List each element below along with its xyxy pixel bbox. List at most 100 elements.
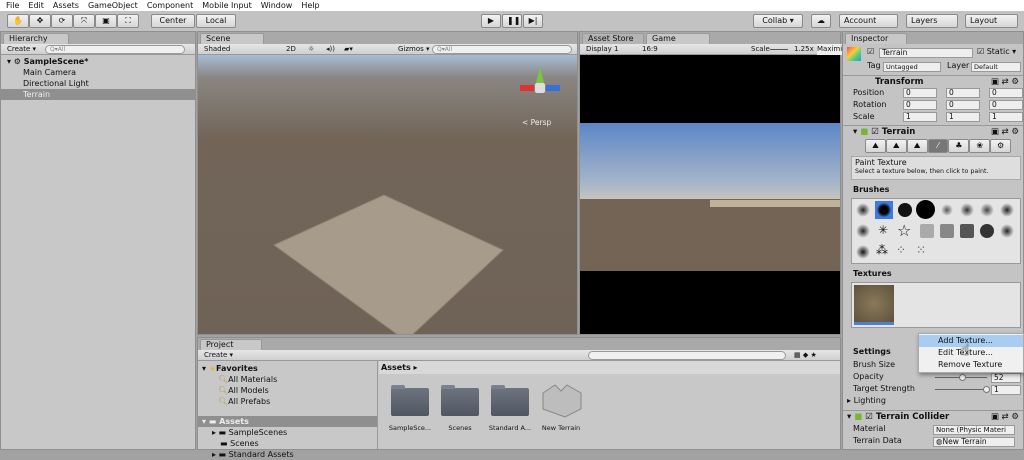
rotation-z-field[interactable]: 0 <box>989 100 1023 110</box>
active-checkbox[interactable]: ☑ <box>867 47 874 57</box>
target-strength-field[interactable]: 1 <box>991 385 1021 395</box>
menu-remove-texture[interactable]: Remove Texture <box>919 359 1023 371</box>
rotation-x-field[interactable]: 0 <box>903 100 937 110</box>
terrain-collider-header[interactable]: ▾ ■ ☑ Terrain Collider ▣ ⇄ ⚙ <box>843 410 1023 422</box>
menu-help[interactable]: Help <box>301 0 319 11</box>
paint-details-tool-icon[interactable]: ❀ <box>969 139 991 153</box>
cloud-icon[interactable]: ☁ <box>811 14 831 28</box>
scene-search-input[interactable]: Q▾All <box>432 45 572 54</box>
hand-tool-icon[interactable]: ✋ <box>7 14 29 28</box>
scale-tool-icon[interactable]: ⤧ <box>73 14 95 28</box>
material-field[interactable]: None (Physic Materi <box>933 425 1015 435</box>
layout-dropdown[interactable]: Layout <box>965 14 1018 28</box>
pause-button[interactable]: ❚❚ <box>502 14 522 28</box>
position-z-field[interactable]: 0 <box>989 88 1023 98</box>
brush-noise[interactable] <box>1000 203 1014 217</box>
display-dropdown[interactable]: Display 1 <box>586 44 618 55</box>
audio-toggle-icon[interactable]: ◂)) <box>326 44 335 55</box>
brush-star[interactable]: ☆ <box>897 221 911 240</box>
lighting-foldout[interactable]: ▸ Lighting <box>847 396 886 406</box>
target-strength-slider[interactable] <box>935 386 990 393</box>
brush-large[interactable] <box>916 200 935 219</box>
tab-asset-store[interactable]: Asset Store <box>582 33 644 44</box>
brush-scatter[interactable]: ⁘ <box>896 243 906 257</box>
project-create-button[interactable]: Create ▾ <box>204 350 233 361</box>
hierarchy-search-input[interactable]: Q▾All <box>45 45 185 54</box>
filter-icons[interactable]: ▦ ◆ ★ <box>794 350 817 361</box>
menu-component[interactable]: Component <box>147 0 193 11</box>
rotation-y-field[interactable]: 0 <box>946 100 980 110</box>
folder-icon[interactable] <box>391 385 429 416</box>
brush-noise[interactable] <box>980 203 994 217</box>
scene-root[interactable]: ▾ ⚙ SampleScene* <box>1 56 195 67</box>
move-tool-icon[interactable]: ✥ <box>29 14 51 28</box>
brush-texture[interactable] <box>940 224 954 238</box>
menu-edit-texture[interactable]: Edit Texture... <box>919 347 1023 359</box>
menu-assets[interactable]: Assets <box>53 0 79 11</box>
scale-slider[interactable] <box>770 49 788 50</box>
menu-window[interactable]: Window <box>261 0 293 11</box>
effects-toggle-icon[interactable]: ▰▾ <box>344 44 353 55</box>
favorites-root[interactable]: ▾ ★Favorites <box>198 363 377 374</box>
scale-z-field[interactable]: 1 <box>989 112 1023 122</box>
terrain-settings-tool-icon[interactable]: ⚙ <box>990 139 1012 153</box>
terrain-asset-icon[interactable] <box>541 383 583 419</box>
assets-breadcrumb[interactable]: Assets ▸ <box>379 361 840 374</box>
component-settings-icon[interactable]: ▣ ⇄ ⚙ <box>991 76 1019 88</box>
step-button[interactable]: ▶| <box>523 14 543 28</box>
hierarchy-create-button[interactable]: Create ▾ <box>7 44 36 55</box>
lighting-toggle-icon[interactable]: ☼ <box>308 44 314 55</box>
pivot-center-button[interactable]: Center <box>151 14 195 28</box>
brush-texture[interactable] <box>960 224 974 238</box>
tab-hierarchy[interactable]: Hierarchy <box>3 33 69 44</box>
favorite-item[interactable]: 🔍︎All Prefabs <box>198 396 377 407</box>
menu-mobile-input[interactable]: Mobile Input <box>202 0 252 11</box>
account-dropdown[interactable]: Account <box>839 14 898 28</box>
pivot-local-button[interactable]: Local <box>196 14 236 28</box>
maximize-on-play-toggle[interactable]: Maximi <box>817 44 843 55</box>
menu-add-texture[interactable]: Add Texture... <box>919 335 1023 347</box>
scale-y-field[interactable]: 1 <box>946 112 980 122</box>
brush-texture[interactable] <box>920 224 934 238</box>
play-button[interactable]: ▶ <box>481 14 501 28</box>
tab-game[interactable]: Game <box>646 33 710 44</box>
transform-tool-icon[interactable]: ⛶ <box>117 14 139 28</box>
assets-root[interactable]: ▾ ▬ Assets <box>198 416 377 427</box>
collab-button[interactable]: Collab ▾ <box>753 14 803 28</box>
brush-texture[interactable] <box>1000 224 1014 238</box>
opacity-field[interactable]: 52 <box>991 373 1021 383</box>
favorite-item[interactable]: 🔍︎All Models <box>198 385 377 396</box>
aspect-dropdown[interactable]: 16:9 <box>642 44 658 55</box>
static-toggle[interactable]: ☑ Static ▾ <box>977 47 1016 57</box>
brush-noise[interactable] <box>960 203 974 217</box>
tab-inspector[interactable]: Inspector <box>845 33 907 44</box>
game-viewport[interactable] <box>580 55 840 334</box>
terrain-data-field[interactable]: ◍New Terrain <box>933 437 1015 447</box>
folder-icon[interactable] <box>441 385 479 416</box>
smooth-height-tool-icon[interactable]: ⛰ <box>906 139 928 153</box>
layer-dropdown[interactable]: Default <box>971 62 1021 72</box>
layers-dropdown[interactable]: Layers <box>906 14 958 28</box>
asset-folder[interactable]: ▸ ▬ SampleScenes <box>198 427 377 438</box>
menu-gameobject[interactable]: GameObject <box>88 0 138 11</box>
position-x-field[interactable]: 0 <box>903 88 937 98</box>
tag-dropdown[interactable]: Untagged <box>883 62 941 72</box>
persp-label[interactable]: < Persp <box>522 118 551 127</box>
brush-soft[interactable] <box>856 203 870 217</box>
brush-scatter[interactable]: ⁙ <box>916 243 926 257</box>
brush-noise[interactable] <box>856 224 870 238</box>
scene-gizmo-icon[interactable] <box>520 67 560 107</box>
folder-icon[interactable] <box>491 385 529 416</box>
asset-folder[interactable]: ▸ ▬ Standard Assets <box>198 449 377 460</box>
brush-hard[interactable] <box>898 203 912 217</box>
tab-scene[interactable]: Scene <box>200 33 264 44</box>
brush-dots[interactable]: ⁂ <box>876 243 888 257</box>
toggle-2d[interactable]: 2D <box>286 44 296 55</box>
place-trees-tool-icon[interactable]: ♣ <box>948 139 970 153</box>
terrain-header[interactable]: ▾ ■ ☑ Terrain ▣ ⇄ ⚙ <box>843 125 1023 137</box>
transform-header[interactable]: Transform ▣ ⇄ ⚙ <box>843 75 1023 87</box>
scale-x-field[interactable]: 1 <box>903 112 937 122</box>
hierarchy-item[interactable]: Main Camera <box>1 67 195 78</box>
rect-tool-icon[interactable]: ▣ <box>95 14 117 28</box>
shading-dropdown[interactable]: Shaded <box>204 44 230 55</box>
